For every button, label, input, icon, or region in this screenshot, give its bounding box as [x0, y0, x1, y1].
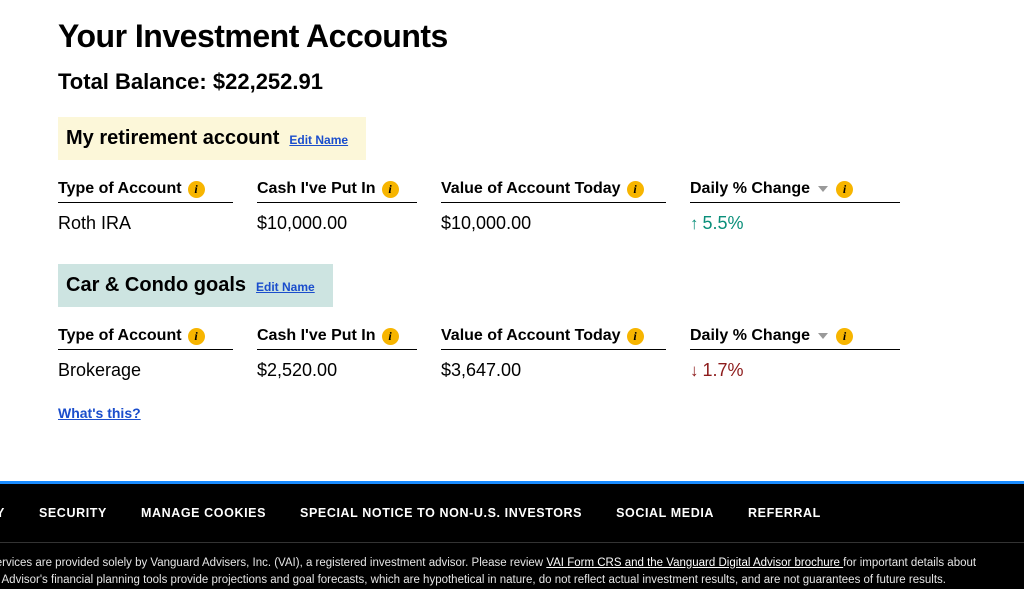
footer-nav: Y SECURITY MANAGE COOKIES SPECIAL NOTICE…: [0, 506, 1024, 542]
edit-name-link[interactable]: Edit Name: [289, 133, 348, 147]
col-header-value: Value of Account Today i: [441, 327, 666, 350]
cash-value: $10,000.00: [257, 213, 417, 234]
col-header-type-label: Type of Account: [58, 327, 182, 345]
footer-nav-security[interactable]: SECURITY: [39, 506, 107, 520]
account-type-value: Brokerage: [58, 360, 233, 381]
footer-nav-referral[interactable]: REFERRAL: [748, 506, 821, 520]
arrow-down-icon: ↓: [690, 361, 699, 380]
page-title: Your Investment Accounts: [58, 18, 1024, 55]
col-header-value-label: Value of Account Today: [441, 327, 621, 345]
account-columns: Type of Account i Roth IRA Cash I've Put…: [58, 180, 1024, 234]
col-header-type: Type of Account i: [58, 180, 233, 203]
account-value: $10,000.00: [441, 213, 666, 234]
col-header-daily-label: Daily % Change: [690, 327, 810, 345]
footer-nav-social-media[interactable]: SOCIAL MEDIA: [616, 506, 714, 520]
info-icon[interactable]: i: [627, 328, 644, 345]
daily-change-value: ↓1.7%: [690, 360, 900, 381]
cash-value: $2,520.00: [257, 360, 417, 381]
account-value: $3,647.00: [441, 360, 666, 381]
col-header-value: Value of Account Today i: [441, 180, 666, 203]
info-icon[interactable]: i: [188, 181, 205, 198]
col-header-cash-label: Cash I've Put In: [257, 327, 376, 345]
account-name: Car & Condo goals: [66, 274, 246, 297]
chevron-down-icon: [818, 333, 828, 339]
chevron-down-icon: [818, 186, 828, 192]
info-icon[interactable]: i: [382, 181, 399, 198]
col-header-cash-label: Cash I've Put In: [257, 180, 376, 198]
footer-legal-text: for important details about: [843, 557, 976, 569]
arrow-up-icon: ↑: [690, 214, 699, 233]
total-balance-label: Total Balance:: [58, 69, 207, 94]
total-balance-value: $22,252.91: [213, 69, 323, 94]
info-icon[interactable]: i: [836, 328, 853, 345]
edit-name-link[interactable]: Edit Name: [256, 280, 315, 294]
account-block: Car & Condo goals Edit Name Type of Acco…: [58, 264, 1024, 423]
whats-this-link[interactable]: What's this?: [58, 405, 141, 421]
total-balance: Total Balance: $22,252.91: [58, 69, 1024, 95]
col-header-daily-label: Daily % Change: [690, 180, 810, 198]
col-header-type-label: Type of Account: [58, 180, 182, 198]
footer-nav-manage-cookies[interactable]: MANAGE COOKIES: [141, 506, 266, 520]
footer-legal-text-2: al Advisor's financial planning tools pr…: [0, 572, 1024, 589]
footer-legal-text: services are provided solely by Vanguard…: [0, 557, 546, 569]
daily-change-value: ↑5.5%: [690, 213, 900, 234]
daily-change-percent: 1.7%: [703, 360, 744, 380]
footer-legal-link[interactable]: VAI Form CRS and the Vanguard Digital Ad…: [546, 557, 843, 569]
col-header-value-label: Value of Account Today: [441, 180, 621, 198]
info-icon[interactable]: i: [627, 181, 644, 198]
footer-nav-item[interactable]: Y: [0, 506, 5, 520]
footer-nav-special-notice[interactable]: SPECIAL NOTICE TO NON-U.S. INVESTORS: [300, 506, 582, 520]
info-icon[interactable]: i: [188, 328, 205, 345]
footer: Y SECURITY MANAGE COOKIES SPECIAL NOTICE…: [0, 481, 1024, 589]
account-name: My retirement account: [66, 127, 279, 150]
account-columns: Type of Account i Brokerage What's this?…: [58, 327, 1024, 423]
info-icon[interactable]: i: [836, 181, 853, 198]
col-header-daily[interactable]: Daily % Change i: [690, 327, 900, 350]
account-name-row: My retirement account Edit Name: [58, 117, 366, 160]
col-header-cash: Cash I've Put In i: [257, 180, 417, 203]
info-icon[interactable]: i: [382, 328, 399, 345]
col-header-daily[interactable]: Daily % Change i: [690, 180, 900, 203]
account-block: My retirement account Edit Name Type of …: [58, 117, 1024, 234]
col-header-type: Type of Account i: [58, 327, 233, 350]
footer-legal: services are provided solely by Vanguard…: [0, 543, 1024, 589]
account-type-value: Roth IRA: [58, 213, 233, 234]
account-name-row: Car & Condo goals Edit Name: [58, 264, 333, 307]
daily-change-percent: 5.5%: [703, 213, 744, 233]
col-header-cash: Cash I've Put In i: [257, 327, 417, 350]
